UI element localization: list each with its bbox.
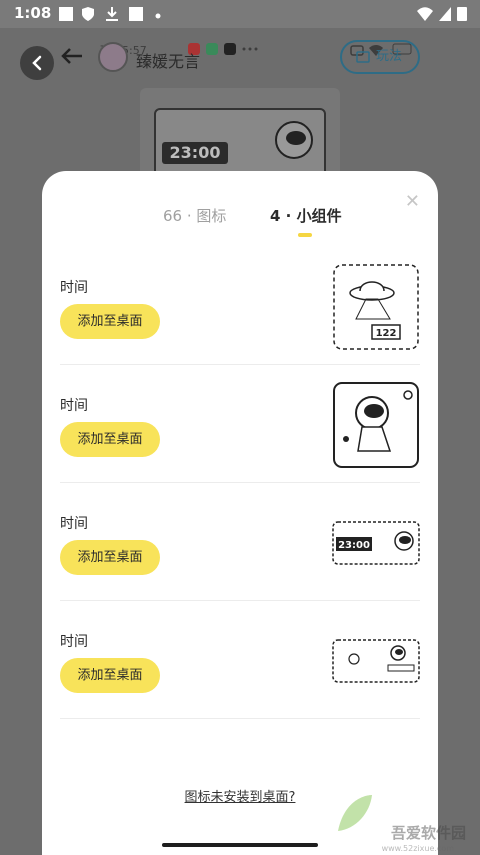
- widget-list: 时间 添加至桌面 122 时间 添加至桌面 时间 添加至桌面 23:00 时间 …: [60, 247, 420, 719]
- download-icon: [106, 7, 118, 21]
- status-time: 1:08: [14, 4, 52, 22]
- widget-label: 时间: [60, 634, 88, 650]
- overlay-back-button[interactable]: [20, 46, 54, 80]
- add-to-desktop-button[interactable]: 添加至桌面: [60, 422, 160, 457]
- battery-icon: [457, 7, 467, 21]
- back-arrow-icon[interactable]: [60, 46, 84, 66]
- widget-label: 时间: [60, 398, 88, 414]
- status-bar: 1:08: [0, 0, 480, 28]
- signal-icon: [439, 7, 451, 21]
- list-item: 时间 添加至桌面 23:00: [60, 483, 420, 601]
- leaf-logo-icon: [338, 795, 372, 831]
- chevron-left-icon: [32, 55, 42, 71]
- shield-icon: [82, 7, 94, 21]
- list-item: 时间 添加至桌面: [60, 601, 420, 719]
- square-notification-icon: [59, 7, 73, 21]
- space-scene-widget-thumbnail: [332, 639, 420, 683]
- add-to-desktop-button[interactable]: 添加至桌面: [60, 540, 160, 575]
- astronaut-icon: [275, 121, 313, 159]
- profile-name: 臻媛无言: [136, 52, 201, 71]
- add-to-desktop-button[interactable]: 添加至桌面: [60, 658, 160, 693]
- tab-widgets[interactable]: 4 · 小组件: [270, 205, 342, 226]
- page-header: 臻媛无言 玩法: [58, 40, 438, 80]
- watermark-text: 吾爱软件园: [390, 824, 466, 842]
- square-notification-icon: [129, 7, 143, 21]
- card-icon: [356, 51, 370, 63]
- home-indicator: [162, 843, 318, 847]
- widget-bottom-sheet: ✕ 66 · 图标 4 · 小组件 时间 添加至桌面 122 时间 添加至桌面: [42, 171, 438, 855]
- preview-clock: 23:00: [162, 142, 228, 164]
- add-to-desktop-button[interactable]: 添加至桌面: [60, 304, 160, 339]
- astronaut-widget-thumbnail: [333, 382, 419, 468]
- wifi-icon: [417, 7, 433, 21]
- widget-clock: 23:00: [338, 540, 370, 551]
- play-guide-label: 玩法: [376, 49, 403, 64]
- active-tab-indicator: [298, 233, 312, 237]
- clock-widget-thumbnail: 23:00: [332, 521, 420, 565]
- widget-label: 时间: [60, 280, 88, 296]
- list-item: 时间 添加至桌面: [60, 365, 420, 483]
- watermark: 吾爱软件园 www.52zixue.com: [332, 783, 472, 853]
- watermark-url: www.52zixue.com: [381, 844, 454, 853]
- list-item: 时间 添加至桌面 122: [60, 247, 420, 365]
- widget-label: 时间: [60, 516, 88, 532]
- ufo-countdown-widget-thumbnail: 122: [333, 264, 419, 350]
- sheet-tabs: 66 · 图标 4 · 小组件: [42, 205, 438, 245]
- dot-icon: [155, 13, 161, 19]
- play-guide-button[interactable]: 玩法: [340, 40, 420, 74]
- tab-icons[interactable]: 66 · 图标: [163, 205, 226, 226]
- avatar[interactable]: [98, 42, 128, 72]
- countdown-days: 122: [376, 328, 397, 339]
